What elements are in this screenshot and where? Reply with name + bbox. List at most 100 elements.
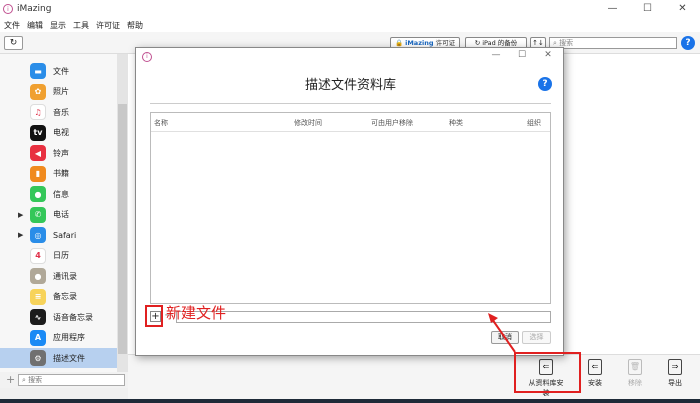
sidebar-scroll-thumb[interactable] (118, 104, 127, 354)
license-brand: iMazing (405, 39, 434, 47)
remove-button[interactable]: 🗑 移除 (615, 359, 655, 388)
voice-memo-icon: ∿ (30, 309, 46, 325)
title-bar: i iMazing — ☐ ✕ (0, 0, 700, 18)
sidebar-item-label: 电视 (53, 128, 69, 137)
menu-bar: 文件 编辑 显示 工具 许可证 帮助 (0, 18, 700, 32)
sidebar-item[interactable]: ♫ 音乐 (0, 102, 117, 122)
table-header-divider (151, 131, 550, 132)
sidebar-scrollbar[interactable] (117, 54, 128, 372)
sidebar-item[interactable]: ▬ 文件 (0, 61, 117, 81)
dialog-maximize-button[interactable]: ☐ (509, 50, 535, 60)
sidebar-item[interactable]: ⚙ 描述文件 (0, 348, 117, 368)
export-button[interactable]: ⇒ 导出 (655, 359, 695, 388)
menu-file[interactable]: 文件 (4, 20, 20, 31)
sidebar-item-label: 备忘录 (53, 292, 77, 301)
column-name[interactable]: 名称 (154, 118, 168, 128)
menu-tools[interactable]: 工具 (73, 20, 89, 31)
maximize-button[interactable]: ☐ (630, 0, 665, 18)
phone-icon: ✆ (30, 206, 46, 223)
calendar-icon: 4 (30, 247, 46, 264)
sidebar-item[interactable]: ◀ 铃声 (0, 143, 117, 163)
window-controls: — ☐ ✕ (595, 0, 700, 18)
sidebar-item-label: 通讯录 (53, 271, 77, 281)
install-label: 安装 (588, 379, 602, 387)
photos-icon: ✿ (30, 83, 46, 100)
sidebar-item[interactable]: ● 信息 (0, 184, 117, 204)
close-button[interactable]: ✕ (665, 0, 700, 18)
dialog-divider (150, 103, 551, 104)
safari-icon: ◎ (30, 227, 46, 243)
search-input[interactable]: ⌕ 搜索 (549, 37, 677, 49)
imazing-logo-icon: i (142, 52, 152, 62)
expand-arrow-icon[interactable]: ▶ (18, 231, 23, 239)
sort-icon: ↑↓ (532, 39, 544, 47)
dialog-close-button[interactable]: ✕ (535, 50, 561, 60)
annotation-label: 新建文件 (166, 304, 227, 322)
sidebar-item-label: 信息 (53, 189, 69, 199)
trash-icon: 🗑 (628, 359, 642, 375)
sidebar-item-label: Safari (53, 230, 77, 240)
help-button[interactable]: ? (681, 36, 695, 50)
sidebar-item[interactable]: tv 电视 (0, 123, 117, 143)
column-kind[interactable]: 种类 (449, 118, 463, 128)
menu-help[interactable]: 帮助 (127, 20, 143, 31)
menu-edit[interactable]: 编辑 (27, 20, 43, 31)
sidebar-item[interactable]: A 应用程序 (0, 328, 117, 348)
books-icon: ▮ (30, 165, 46, 182)
expand-arrow-icon[interactable]: ▶ (18, 211, 23, 219)
sidebar-item[interactable]: ▮ 书籍 (0, 164, 117, 184)
column-modified[interactable]: 修改时间 (294, 118, 322, 128)
install-button[interactable]: ⇐ 安装 (575, 359, 615, 388)
minimize-button[interactable]: — (595, 0, 630, 18)
refresh-icon: ↻ (9, 38, 18, 48)
profile-table[interactable]: 名称 修改时间 可由用户移除 种类 组织 (150, 112, 551, 304)
sidebar-item[interactable]: ✿ 照片 (0, 82, 117, 102)
refresh-button[interactable]: ↻ (4, 36, 23, 50)
remove-label: 移除 (628, 379, 642, 387)
profile-path-field[interactable] (176, 311, 551, 323)
column-removable[interactable]: 可由用户移除 (371, 118, 413, 128)
ringtone-icon: ◀ (30, 145, 46, 161)
contacts-icon: ● (30, 268, 46, 284)
sidebar-item-label: 语音备忘录 (53, 312, 93, 322)
export-icon: ⇒ (668, 359, 682, 375)
taskbar (0, 399, 700, 403)
export-label: 导出 (668, 379, 682, 387)
sidebar-item[interactable]: ▶ ✆ 电话 (0, 205, 117, 225)
sidebar-item[interactable]: ▶ ◎ Safari (0, 225, 117, 245)
profile-gear-icon: ⚙ (30, 350, 46, 366)
sidebar-item-label: 应用程序 (53, 333, 85, 342)
sidebar-footer: + ⌕ 搜索 (0, 372, 128, 388)
dialog-minimize-button[interactable]: — (483, 50, 509, 60)
menu-license[interactable]: 许可证 (96, 20, 120, 31)
sidebar-item[interactable]: ∿ 语音备忘录 (0, 307, 117, 327)
sidebar-item-label: 书籍 (53, 169, 69, 178)
sidebar-search-input[interactable]: ⌕ 搜索 (18, 374, 125, 386)
column-organization[interactable]: 组织 (527, 118, 541, 128)
appstore-icon: A (30, 329, 46, 346)
dialog-window-controls: — ☐ ✕ (483, 50, 561, 60)
notes-icon: ≡ (30, 288, 46, 305)
sidebar-item-label: 铃声 (53, 148, 69, 158)
sidebar-item-label: 文件 (53, 66, 69, 76)
select-button[interactable]: 选择 (522, 331, 551, 344)
sidebar: ▬ 文件 ✿ 照片 ♫ 音乐 tv 电视 ◀ 铃声 ▮ 书籍 ● 信息 ▶ ✆ 电话 ▶ ◎ Safari 4 日历 ● 通讯… (0, 54, 128, 372)
app-title: iMazing (17, 4, 52, 14)
backup-label: iPad 的备份 (482, 39, 518, 47)
license-label: 许可证 (435, 39, 456, 47)
sidebar-item[interactable]: ● 通讯录 (0, 266, 117, 286)
imazing-logo-icon: i (3, 4, 13, 14)
bottom-toolbar: ⇐ 从资料库安装 ⇐ 安装 🗑 移除 ⇒ 导出 (128, 354, 700, 399)
dialog-help-button[interactable]: ? (538, 77, 552, 91)
search-placeholder: 搜索 (559, 39, 574, 47)
cancel-button[interactable]: 取消 (491, 331, 519, 344)
sidebar-item-label: 日历 (53, 251, 69, 260)
add-icon[interactable]: + (6, 373, 15, 386)
sidebar-item[interactable]: ≡ 备忘录 (0, 287, 117, 307)
music-icon: ♫ (30, 104, 46, 120)
messages-icon: ● (30, 186, 46, 202)
sidebar-item-label: 电话 (53, 210, 69, 219)
menu-view[interactable]: 显示 (50, 20, 66, 31)
sidebar-item-label: 描述文件 (53, 353, 85, 363)
sidebar-item[interactable]: 4 日历 (0, 246, 117, 266)
